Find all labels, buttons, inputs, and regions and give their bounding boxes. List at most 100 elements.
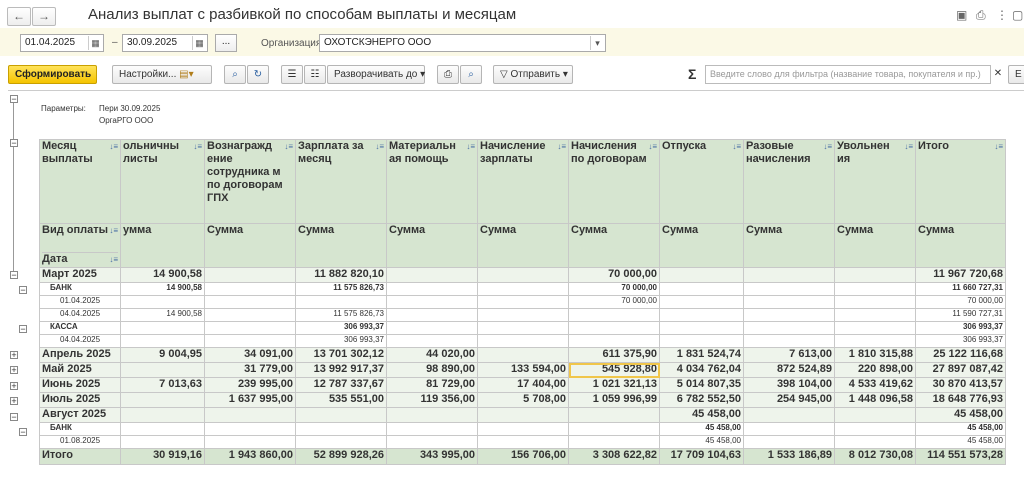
group-button[interactable]: ☰ (281, 65, 303, 84)
period-select-button[interactable]: ... (215, 34, 237, 52)
send-button[interactable]: ▽ Отправить ▾ (493, 65, 573, 84)
expand-icon[interactable]: + (10, 366, 18, 375)
total-row[interactable]: Итого 30 919,16 1 943 860,00 52 899 928,26 3… (39, 448, 1006, 465)
column-subheader[interactable]: Сумма (915, 223, 1006, 268)
value-cell[interactable]: 98 890,00 (386, 362, 478, 378)
row-label-cell[interactable]: Июнь 2025 (39, 377, 121, 393)
sort-icon[interactable]: ↓≡ (284, 141, 293, 154)
value-cell[interactable]: 9 004,95 (120, 347, 205, 363)
value-cell[interactable] (477, 295, 569, 309)
value-cell[interactable]: 30 919,16 (120, 448, 205, 465)
value-cell[interactable]: 14 900,58 (120, 308, 205, 322)
column-subheader[interactable]: Сумма (477, 223, 569, 268)
value-cell[interactable]: 70 000,00 (568, 282, 660, 296)
value-cell[interactable]: 30 870 413,57 (915, 377, 1006, 393)
value-cell[interactable] (659, 282, 744, 296)
print-icon[interactable]: ⎙ (976, 8, 986, 23)
value-cell[interactable]: 44 020,00 (386, 347, 478, 363)
more-icon[interactable]: ⋮ (996, 8, 1008, 22)
expand-icon[interactable]: + (10, 351, 18, 360)
value-cell[interactable]: 45 458,00 (659, 435, 744, 449)
value-cell[interactable] (386, 422, 478, 436)
column-subheader[interactable]: Сумма (743, 223, 835, 268)
value-cell[interactable] (568, 422, 660, 436)
value-cell[interactable]: 81 729,00 (386, 377, 478, 393)
column-header[interactable]: ↓≡ Вознагражд ение сотрудника м по догово… (204, 139, 296, 224)
value-cell[interactable]: 306 993,37 (295, 321, 387, 335)
sort-icon[interactable]: ↓≡ (466, 141, 475, 154)
value-cell[interactable] (834, 435, 916, 449)
value-cell[interactable] (204, 321, 296, 335)
column-subheader[interactable]: ↓≡ Вид оплаты ↓≡ Дата (39, 223, 121, 268)
payment-type-row[interactable]: БАНК 14 900,58 11 575 826,73 70 000,00 11 66… (39, 282, 1006, 296)
preview-button[interactable]: ⌕ (460, 65, 482, 84)
filter-input[interactable]: Введите слово для фильтра (название това… (705, 65, 991, 84)
value-cell[interactable] (834, 267, 916, 283)
value-cell[interactable]: 11 590 727,31 (915, 308, 1006, 322)
value-cell[interactable]: 27 897 087,42 (915, 362, 1006, 378)
value-cell[interactable]: 1 448 096,58 (834, 392, 916, 408)
collapse-icon[interactable]: − (19, 286, 27, 295)
value-cell[interactable] (386, 282, 478, 296)
generate-button[interactable]: Сформировать (8, 65, 97, 84)
row-label-cell[interactable]: 01.04.2025 (39, 295, 121, 309)
value-cell[interactable] (568, 321, 660, 335)
value-cell[interactable]: 70 000,00 (915, 295, 1006, 309)
date-row[interactable]: 01.08.2025 45 458,00 45 458,00 (39, 435, 1006, 449)
value-cell[interactable] (834, 407, 916, 423)
column-header[interactable]: ↓≡ Месяц выплаты (39, 139, 121, 224)
value-cell[interactable] (386, 295, 478, 309)
value-cell[interactable] (659, 334, 744, 348)
value-cell[interactable] (743, 334, 835, 348)
column-subheader[interactable]: Сумма (568, 223, 660, 268)
window-icon[interactable]: ▢ (1012, 8, 1023, 22)
row-label-cell[interactable]: КАССА (39, 321, 121, 335)
value-cell[interactable]: 14 900,58 (120, 267, 205, 283)
value-cell[interactable]: 1 943 860,00 (204, 448, 296, 465)
sort-icon[interactable]: ↓≡ (109, 225, 118, 238)
value-cell[interactable] (120, 435, 205, 449)
value-cell[interactable] (204, 282, 296, 296)
value-cell[interactable] (477, 321, 569, 335)
value-cell[interactable]: 5 708,00 (477, 392, 569, 408)
value-cell[interactable]: 11 882 820,10 (295, 267, 387, 283)
value-cell[interactable]: 535 551,00 (295, 392, 387, 408)
value-cell[interactable] (477, 422, 569, 436)
value-cell[interactable] (477, 347, 569, 363)
value-cell[interactable] (120, 321, 205, 335)
column-subheader[interactable]: Сумма (295, 223, 387, 268)
value-cell[interactable]: 12 787 337,67 (295, 377, 387, 393)
collapse-icon[interactable]: − (10, 413, 18, 422)
column-header[interactable]: ↓≡ ольничны листы (120, 139, 205, 224)
forward-button[interactable]: → (32, 7, 56, 26)
filter-clear-button[interactable]: ✕ (993, 65, 1003, 84)
value-cell[interactable] (386, 267, 478, 283)
value-cell[interactable]: 14 900,58 (120, 282, 205, 296)
column-subheader[interactable]: Сумма (386, 223, 478, 268)
row-label-cell[interactable]: Итого (39, 448, 121, 465)
value-cell[interactable]: 52 899 928,26 (295, 448, 387, 465)
value-cell[interactable] (386, 407, 478, 423)
settings-button[interactable]: Настройки... ▤▾ (112, 65, 212, 84)
column-subheader[interactable]: Сумма (204, 223, 296, 268)
value-cell[interactable]: 1 021 321,13 (568, 377, 660, 393)
value-cell[interactable]: 17 709 104,63 (659, 448, 744, 465)
value-cell[interactable]: 11 967 720,68 (915, 267, 1006, 283)
value-cell[interactable] (568, 334, 660, 348)
collapse-icon[interactable]: − (10, 271, 18, 280)
value-cell[interactable] (743, 267, 835, 283)
column-subheader[interactable]: уммa (120, 223, 205, 268)
value-cell[interactable] (477, 334, 569, 348)
value-cell[interactable]: 70 000,00 (568, 267, 660, 283)
value-cell[interactable] (204, 407, 296, 423)
value-cell[interactable] (295, 422, 387, 436)
value-cell[interactable]: 7 013,63 (120, 377, 205, 393)
date-row[interactable]: 01.04.2025 70 000,00 70 000,00 (39, 295, 1006, 309)
value-cell[interactable]: 1 831 524,74 (659, 347, 744, 363)
value-cell[interactable] (295, 295, 387, 309)
sort-icon[interactable]: ↓≡ (109, 141, 118, 154)
value-cell[interactable] (120, 422, 205, 436)
search-button[interactable]: ⌕ (224, 65, 246, 84)
column-header[interactable]: ↓≡ Материальн ая помощь (386, 139, 478, 224)
org-select[interactable]: ОХОТСКЭНЕРГО ООО ▾ (319, 34, 606, 52)
